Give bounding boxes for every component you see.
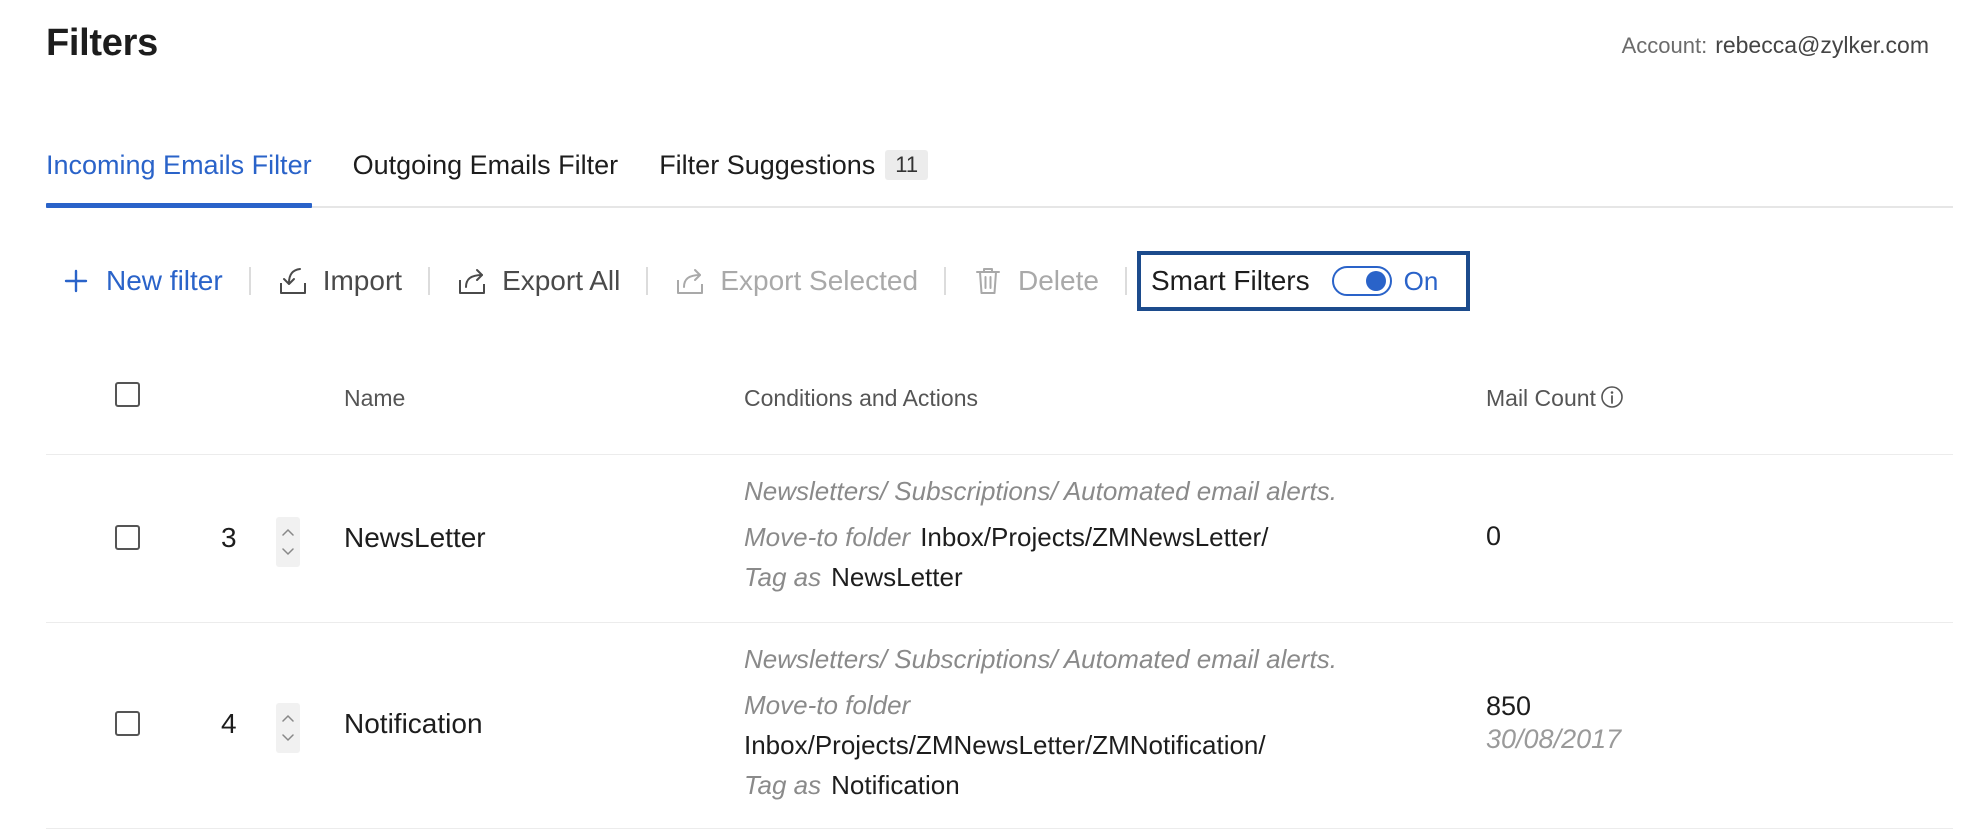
toggle-knob: [1365, 271, 1386, 291]
chevron-down-icon: [282, 548, 294, 556]
order-stepper[interactable]: [276, 517, 300, 567]
toolbar-divider: [248, 267, 251, 295]
condition-description: Newsletters/ Subscriptions/ Automated em…: [744, 476, 1337, 506]
filter-tabs: Incoming Emails Filter Outgoing Emails F…: [46, 140, 1953, 208]
plus-icon: [60, 265, 92, 297]
account-label: Account:: [1621, 33, 1708, 58]
row-checkbox[interactable]: [115, 525, 140, 550]
toolbar-divider: [944, 267, 947, 295]
mail-count-header-label: Mail Count: [1486, 385, 1596, 411]
filter-name[interactable]: Notification: [344, 708, 483, 740]
info-icon[interactable]: [1600, 385, 1624, 415]
move-action: Move-to folder Inbox/Projects/ZMNewsLette…: [744, 517, 1337, 557]
export-all-label: Export All: [502, 265, 621, 296]
filter-name[interactable]: NewsLetter: [344, 522, 486, 554]
tag-action-label: Tag as: [744, 770, 822, 800]
tab-incoming-emails-filter[interactable]: Incoming Emails Filter: [46, 140, 312, 208]
tab-filter-suggestions[interactable]: Filter Suggestions 11: [659, 140, 929, 206]
import-label: Import: [322, 265, 403, 296]
toolbar-divider: [646, 267, 649, 295]
filter-toolbar: New filter Import Export All Export Sele…: [60, 248, 1471, 314]
table-row[interactable]: 3 NewsLetter Newsletters/ Subscriptions/…: [46, 455, 1953, 623]
export-icon: [674, 265, 706, 297]
mail-count: 0: [1486, 521, 1501, 552]
move-action-label: Move-to folder: [744, 690, 911, 720]
move-action-label: Move-to folder: [744, 522, 911, 552]
move-action-folder: Inbox/Projects/ZMNewsLetter/: [920, 522, 1269, 552]
import-icon: [277, 265, 309, 297]
chevron-down-icon: [282, 734, 294, 742]
page-title: Filters: [46, 22, 158, 64]
filter-conditions: Newsletters/ Subscriptions/ Automated em…: [744, 471, 1337, 597]
smart-filters-state: On: [1403, 265, 1439, 296]
column-header-name: Name: [344, 385, 406, 411]
new-filter-button[interactable]: New filter: [60, 265, 223, 297]
table-header: Name Conditions and Actions Mail Count: [46, 355, 1953, 455]
row-checkbox[interactable]: [115, 711, 140, 736]
smart-filters-label: Smart Filters: [1150, 265, 1310, 296]
import-button[interactable]: Import: [277, 265, 402, 297]
account-info: Account: rebecca@zylker.com: [1622, 32, 1929, 59]
tab-outgoing-emails-filter[interactable]: Outgoing Emails Filter: [353, 140, 619, 206]
mail-count-value: 0: [1486, 521, 1502, 551]
select-all-checkbox[interactable]: [115, 382, 140, 407]
new-filter-label: New filter: [106, 265, 223, 296]
toolbar-divider: [1124, 267, 1127, 295]
export-all-button[interactable]: Export All: [456, 265, 620, 297]
trash-icon: [972, 265, 1004, 297]
column-header-mail-count: Mail Count: [1486, 385, 1624, 415]
chevron-up-icon: [282, 714, 294, 722]
tab-filter-suggestions-label: Filter Suggestions: [659, 150, 876, 180]
tag-action-label: Tag as: [744, 562, 822, 592]
delete-button[interactable]: Delete: [972, 265, 1099, 297]
delete-label: Delete: [1018, 265, 1099, 296]
tag-action: Tag as NewsLetter: [744, 557, 1337, 597]
last-matched-date: 30/08/2017: [1486, 724, 1622, 754]
smart-filters-control: Smart Filters On: [1136, 251, 1471, 311]
toolbar-divider: [428, 267, 431, 295]
smart-filters-toggle[interactable]: [1331, 266, 1392, 296]
filter-order: 4: [221, 708, 237, 739]
column-header-conditions: Conditions and Actions: [744, 385, 978, 411]
tag-action-value: NewsLetter: [831, 562, 963, 592]
filter-conditions: Newsletters/ Subscriptions/ Automated em…: [744, 639, 1337, 805]
account-email: rebecca@zylker.com: [1715, 32, 1929, 58]
order-stepper[interactable]: [276, 703, 300, 753]
table-row[interactable]: 4 Notification Newsletters/ Subscription…: [46, 623, 1953, 829]
tag-action: Tag as Notification: [744, 765, 1337, 805]
mail-count-value: 850: [1486, 691, 1532, 721]
filter-order: 3: [221, 522, 237, 553]
condition-description: Newsletters/ Subscriptions/ Automated em…: [744, 644, 1337, 674]
mail-count: 850 30/08/2017: [1486, 691, 1621, 755]
tag-action-value: Notification: [831, 770, 960, 800]
export-icon: [456, 265, 488, 297]
move-action-folder: Inbox/Projects/ZMNewsLetter/ZMNotificati…: [744, 730, 1266, 760]
export-selected-label: Export Selected: [720, 265, 919, 296]
export-selected-button[interactable]: Export Selected: [674, 265, 918, 297]
filters-table: Name Conditions and Actions Mail Count 3…: [46, 355, 1953, 829]
chevron-up-icon: [282, 528, 294, 536]
suggestions-count-badge: 11: [885, 150, 929, 180]
